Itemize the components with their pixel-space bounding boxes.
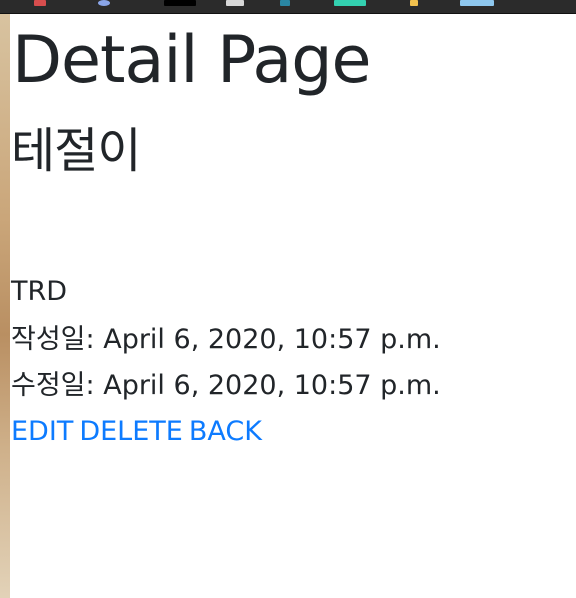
desktop-dock-strip (0, 0, 576, 14)
updated-date: 수정일: April 6, 2020, 10:57 p.m. (11, 372, 441, 399)
post-content: TRD (11, 276, 68, 307)
edit-link[interactable]: EDIT (11, 416, 73, 447)
updated-date-separator: : (85, 370, 104, 401)
dock-app-icon (34, 0, 46, 6)
post-title: 테절이 (11, 123, 141, 179)
post-actions: EDIT DELETE BACK (11, 418, 262, 445)
dock-app-icon (226, 0, 244, 6)
delete-link[interactable]: DELETE (79, 416, 183, 447)
back-link[interactable]: BACK (189, 416, 262, 447)
dock-app-icon (164, 0, 196, 6)
dock-app-icon (280, 0, 290, 6)
created-date: 작성일: April 6, 2020, 10:57 p.m. (11, 326, 441, 353)
updated-date-label: 수정일 (11, 370, 86, 401)
created-date-value: April 6, 2020, 10:57 p.m. (103, 324, 441, 355)
dock-app-icon (460, 0, 494, 6)
updated-date-value: April 6, 2020, 10:57 p.m. (103, 370, 441, 401)
dock-app-icon (98, 0, 110, 6)
dock-app-icon (334, 0, 366, 6)
desktop-wallpaper-edge (0, 13, 10, 598)
created-date-label: 작성일 (11, 324, 86, 355)
page-title: Detail Page (12, 23, 371, 98)
dock-app-icon (410, 0, 418, 6)
detail-page: Detail Page 테절이 TRD 작성일: April 6, 2020, … (10, 13, 576, 598)
created-date-separator: : (85, 324, 104, 355)
